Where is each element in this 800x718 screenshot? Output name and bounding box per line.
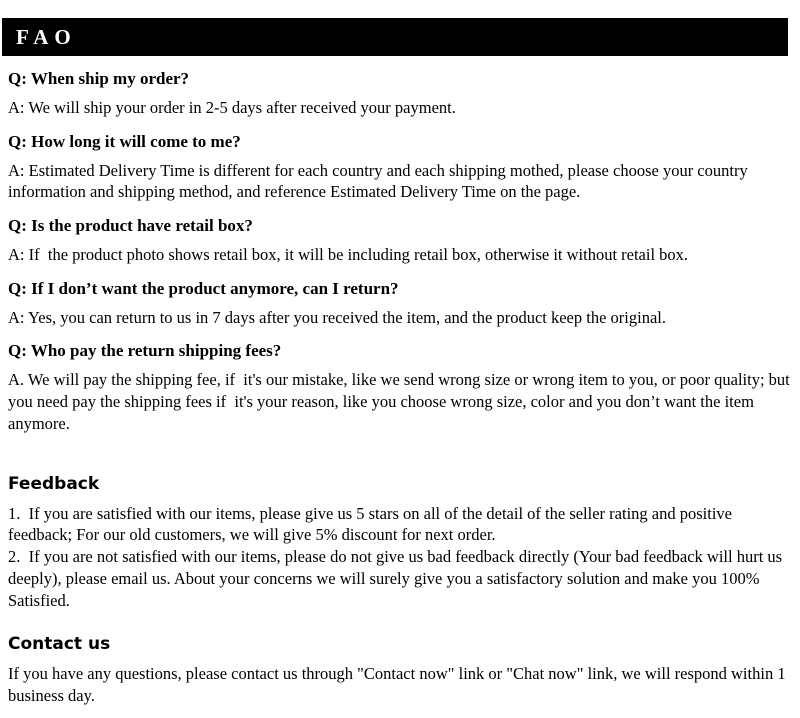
page-title-bar: FAO xyxy=(2,18,788,56)
faq-question: Q: When ship my order? xyxy=(8,69,190,88)
faq-item: Q: When ship my order? A: We will ship y… xyxy=(8,69,790,119)
feedback-body: 1. If you are satisfied with our items, … xyxy=(8,503,790,613)
feedback-item-2: 2. If you are not satisfied with our ite… xyxy=(8,547,787,611)
faq-item: Q: How long it will come to me? A: Estim… xyxy=(8,132,790,203)
feedback-heading: Feedback xyxy=(8,474,100,495)
faq-question: Q: Is the product have retail box? xyxy=(8,215,253,235)
faq-answer: A: Yes, you can return to us in 7 days a… xyxy=(8,307,666,327)
faq-item: Q: Who pay the return shipping fees? A. … xyxy=(8,341,790,434)
feedback-item-1: 1. If you are satisfied with our items, … xyxy=(8,503,737,545)
faq-answer: A: Estimated Delivery Time is different … xyxy=(8,160,752,202)
faq-item: Q: If I don’t want the product anymore, … xyxy=(8,279,790,329)
faq-question: Q: If I don’t want the product anymore, … xyxy=(8,278,399,298)
faq-list: Q: When ship my order? A: We will ship y… xyxy=(0,69,800,434)
faq-item: Q: Is the product have retail box? A: If… xyxy=(8,216,790,266)
faq-question: Q: Who pay the return shipping fees? xyxy=(8,341,282,361)
faq-answer: A. We will pay the shipping fee, if it's… xyxy=(8,370,794,433)
faq-answer: A: We will ship your order in 2-5 days a… xyxy=(8,98,456,118)
faq-page: FAO Q: When ship my order? A: We will sh… xyxy=(0,18,800,718)
feedback-section: Feedback 1. If you are satisfied with ou… xyxy=(0,474,800,612)
page-title: FAO xyxy=(16,24,77,49)
faq-answer: A: If the product photo shows retail box… xyxy=(8,244,689,264)
faq-question: Q: How long it will come to me? xyxy=(8,131,241,151)
contact-heading: Contact us xyxy=(8,634,111,655)
contact-section: Contact us If you have any questions, pl… xyxy=(0,634,800,706)
